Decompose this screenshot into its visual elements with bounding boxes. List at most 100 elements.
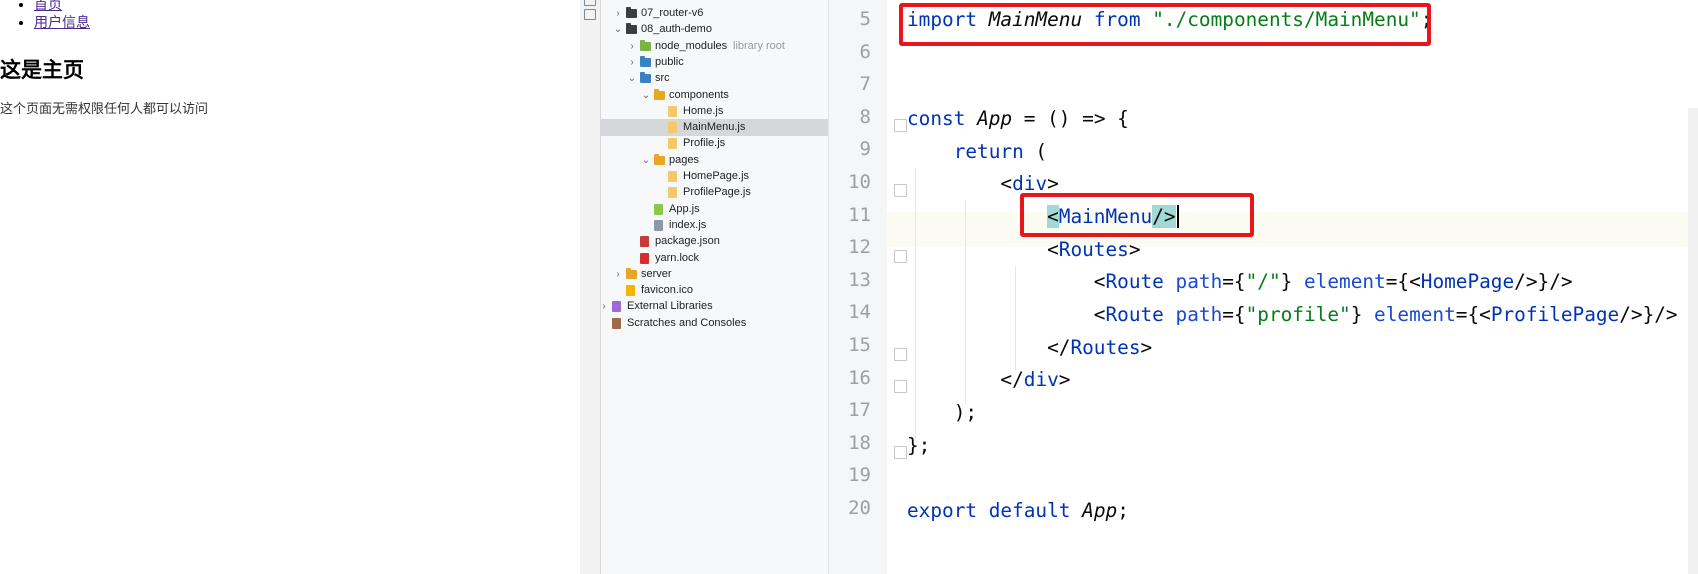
js-file-icon — [668, 171, 677, 182]
fold-marker[interactable] — [894, 380, 907, 393]
tree-item-label: server — [641, 267, 672, 280]
tree-item[interactable]: › External Libraries — [601, 298, 828, 315]
punctuation: < — [1047, 238, 1059, 261]
code-line-14: <Route path={"profile"} element={<Profil… — [907, 297, 1688, 332]
tree-item[interactable]: favicon.ico — [601, 282, 828, 299]
punctuation: />}/> — [1514, 270, 1573, 293]
tree-item-label: package.json — [655, 235, 720, 248]
chevron-right-icon[interactable]: › — [613, 5, 623, 22]
folder-icon — [640, 39, 651, 51]
tree-item[interactable]: ProfilePage.js — [601, 184, 828, 201]
punctuation: </ — [1047, 336, 1071, 359]
code-line-8: const App = () => { — [907, 101, 1129, 136]
code-editor[interactable]: 5 6 7 8 9 10 11 12 13 14 15 16 17 18 19 20 import MainM… — [829, 0, 1698, 574]
chevron-down-icon[interactable]: ⌄ — [641, 152, 651, 169]
nav-link-profile[interactable]: 用户信息 — [34, 15, 90, 31]
page-heading: 这是主页 — [0, 58, 84, 82]
code-line-17: ); — [907, 395, 977, 430]
tree-item[interactable]: index.js — [601, 217, 828, 234]
fold-marker[interactable] — [894, 250, 907, 263]
jsx-tag: div — [1012, 172, 1048, 195]
tree-item-label: components — [669, 88, 729, 101]
tree-item[interactable]: HomePage.js — [601, 168, 828, 185]
punctuation: < — [1000, 172, 1013, 195]
tree-item[interactable]: › public — [601, 54, 828, 71]
tree-item[interactable]: ⌄ src — [601, 70, 828, 87]
chevron-down-icon[interactable]: ⌄ — [613, 21, 623, 38]
tree-item-label: Home.js — [683, 104, 724, 117]
project-tool-icon[interactable] — [584, 0, 596, 6]
chevron-right-icon[interactable]: › — [599, 298, 609, 315]
jsx-attribute: path — [1175, 270, 1223, 293]
code-text: }; — [907, 434, 931, 457]
fold-marker[interactable] — [894, 446, 907, 459]
tree-item-label: External Libraries — [627, 300, 713, 313]
tree-item-label: 08_auth-demo — [641, 23, 712, 36]
keyword: export — [907, 499, 978, 522]
tree-item[interactable]: Scratches and Consoles — [601, 315, 828, 332]
vertical-scrollbar[interactable] — [1688, 108, 1698, 574]
tree-item[interactable]: ⌄ 08_auth-demo — [601, 21, 828, 38]
code-line-16: </div> — [907, 362, 1070, 397]
line-number: 13 — [848, 268, 871, 291]
code-line-15: </Routes> — [907, 330, 1152, 365]
code-text: ); — [953, 401, 978, 424]
tree-item[interactable]: ⌄ pages — [601, 152, 828, 169]
tree-item[interactable]: yarn.lock — [601, 250, 828, 267]
nav-link-home[interactable]: 首页 — [34, 0, 62, 13]
tree-item-label: Scratches and Consoles — [627, 316, 747, 329]
folder-icon — [640, 55, 651, 67]
punctuation: > — [1128, 238, 1141, 261]
code-line-9: return ( — [907, 134, 1047, 169]
library-icon — [612, 301, 621, 313]
tree-item-label: yarn.lock — [655, 251, 700, 264]
tree-item-label: index.js — [669, 218, 707, 231]
chevron-right-icon[interactable]: › — [627, 54, 637, 71]
tree-item[interactable]: Home.js — [601, 103, 828, 120]
project-tree: › 07_router-v6 ⌄ 08_auth-demo › node_modules l… — [601, 0, 829, 574]
fold-marker[interactable] — [894, 119, 907, 132]
tree-item[interactable]: ⌄ components — [601, 87, 828, 104]
punctuation: } — [1280, 270, 1304, 293]
tree-item[interactable]: › 07_router-v6 — [601, 5, 828, 22]
tree-item[interactable]: › node_modules library root — [601, 38, 828, 55]
nav-item-home: 首页 — [34, 0, 90, 14]
tree-item[interactable]: Profile.js — [601, 135, 828, 152]
punctuation: > — [1058, 368, 1071, 391]
js-file-icon — [668, 187, 677, 199]
line-number: 20 — [848, 497, 871, 519]
jsx-tag: Routes — [1070, 336, 1141, 359]
string-literal: "profile" — [1245, 303, 1351, 326]
tool-window-strip — [580, 0, 601, 574]
chevron-right-icon[interactable]: › — [627, 38, 637, 55]
nav-item-profile: 用户信息 — [34, 14, 90, 32]
tree-item[interactable]: App.js — [601, 201, 828, 218]
js-file-icon — [668, 122, 677, 134]
line-number: 15 — [848, 334, 871, 356]
string-literal: "/" — [1245, 270, 1281, 293]
punctuation: > — [1140, 336, 1153, 359]
page-description: 这个页面无需权限任何人都可以访问 — [0, 102, 209, 117]
jsx-tag: ProfilePage — [1490, 303, 1620, 326]
structure-tool-icon[interactable] — [584, 9, 596, 20]
fold-marker[interactable] — [894, 348, 907, 361]
punctuation: ={< — [1455, 303, 1491, 326]
code-line-12: <Routes> — [907, 232, 1141, 267]
chevron-down-icon[interactable]: ⌄ — [627, 70, 637, 87]
annotation-box-mainmenu — [1020, 193, 1254, 237]
chevron-right-icon[interactable]: › — [613, 266, 623, 283]
jsx-tag: Route — [1105, 303, 1164, 326]
js-file-icon — [668, 105, 677, 117]
tree-item[interactable]: › server — [601, 266, 828, 283]
fold-marker[interactable] — [894, 184, 907, 197]
punctuation: ={< — [1385, 270, 1421, 293]
annotation-box-import — [899, 3, 1431, 46]
tree-item-hint: library root — [733, 39, 785, 52]
tree-item[interactable]: package.json — [601, 233, 828, 250]
chevron-down-icon[interactable]: ⌄ — [641, 87, 651, 104]
folder-icon — [626, 267, 637, 279]
tree-item[interactable]: MainMenu.js — [601, 119, 828, 137]
punctuation: </ — [1000, 368, 1024, 391]
line-number: 5 — [859, 8, 871, 30]
jsx-tag: HomePage — [1420, 270, 1515, 293]
